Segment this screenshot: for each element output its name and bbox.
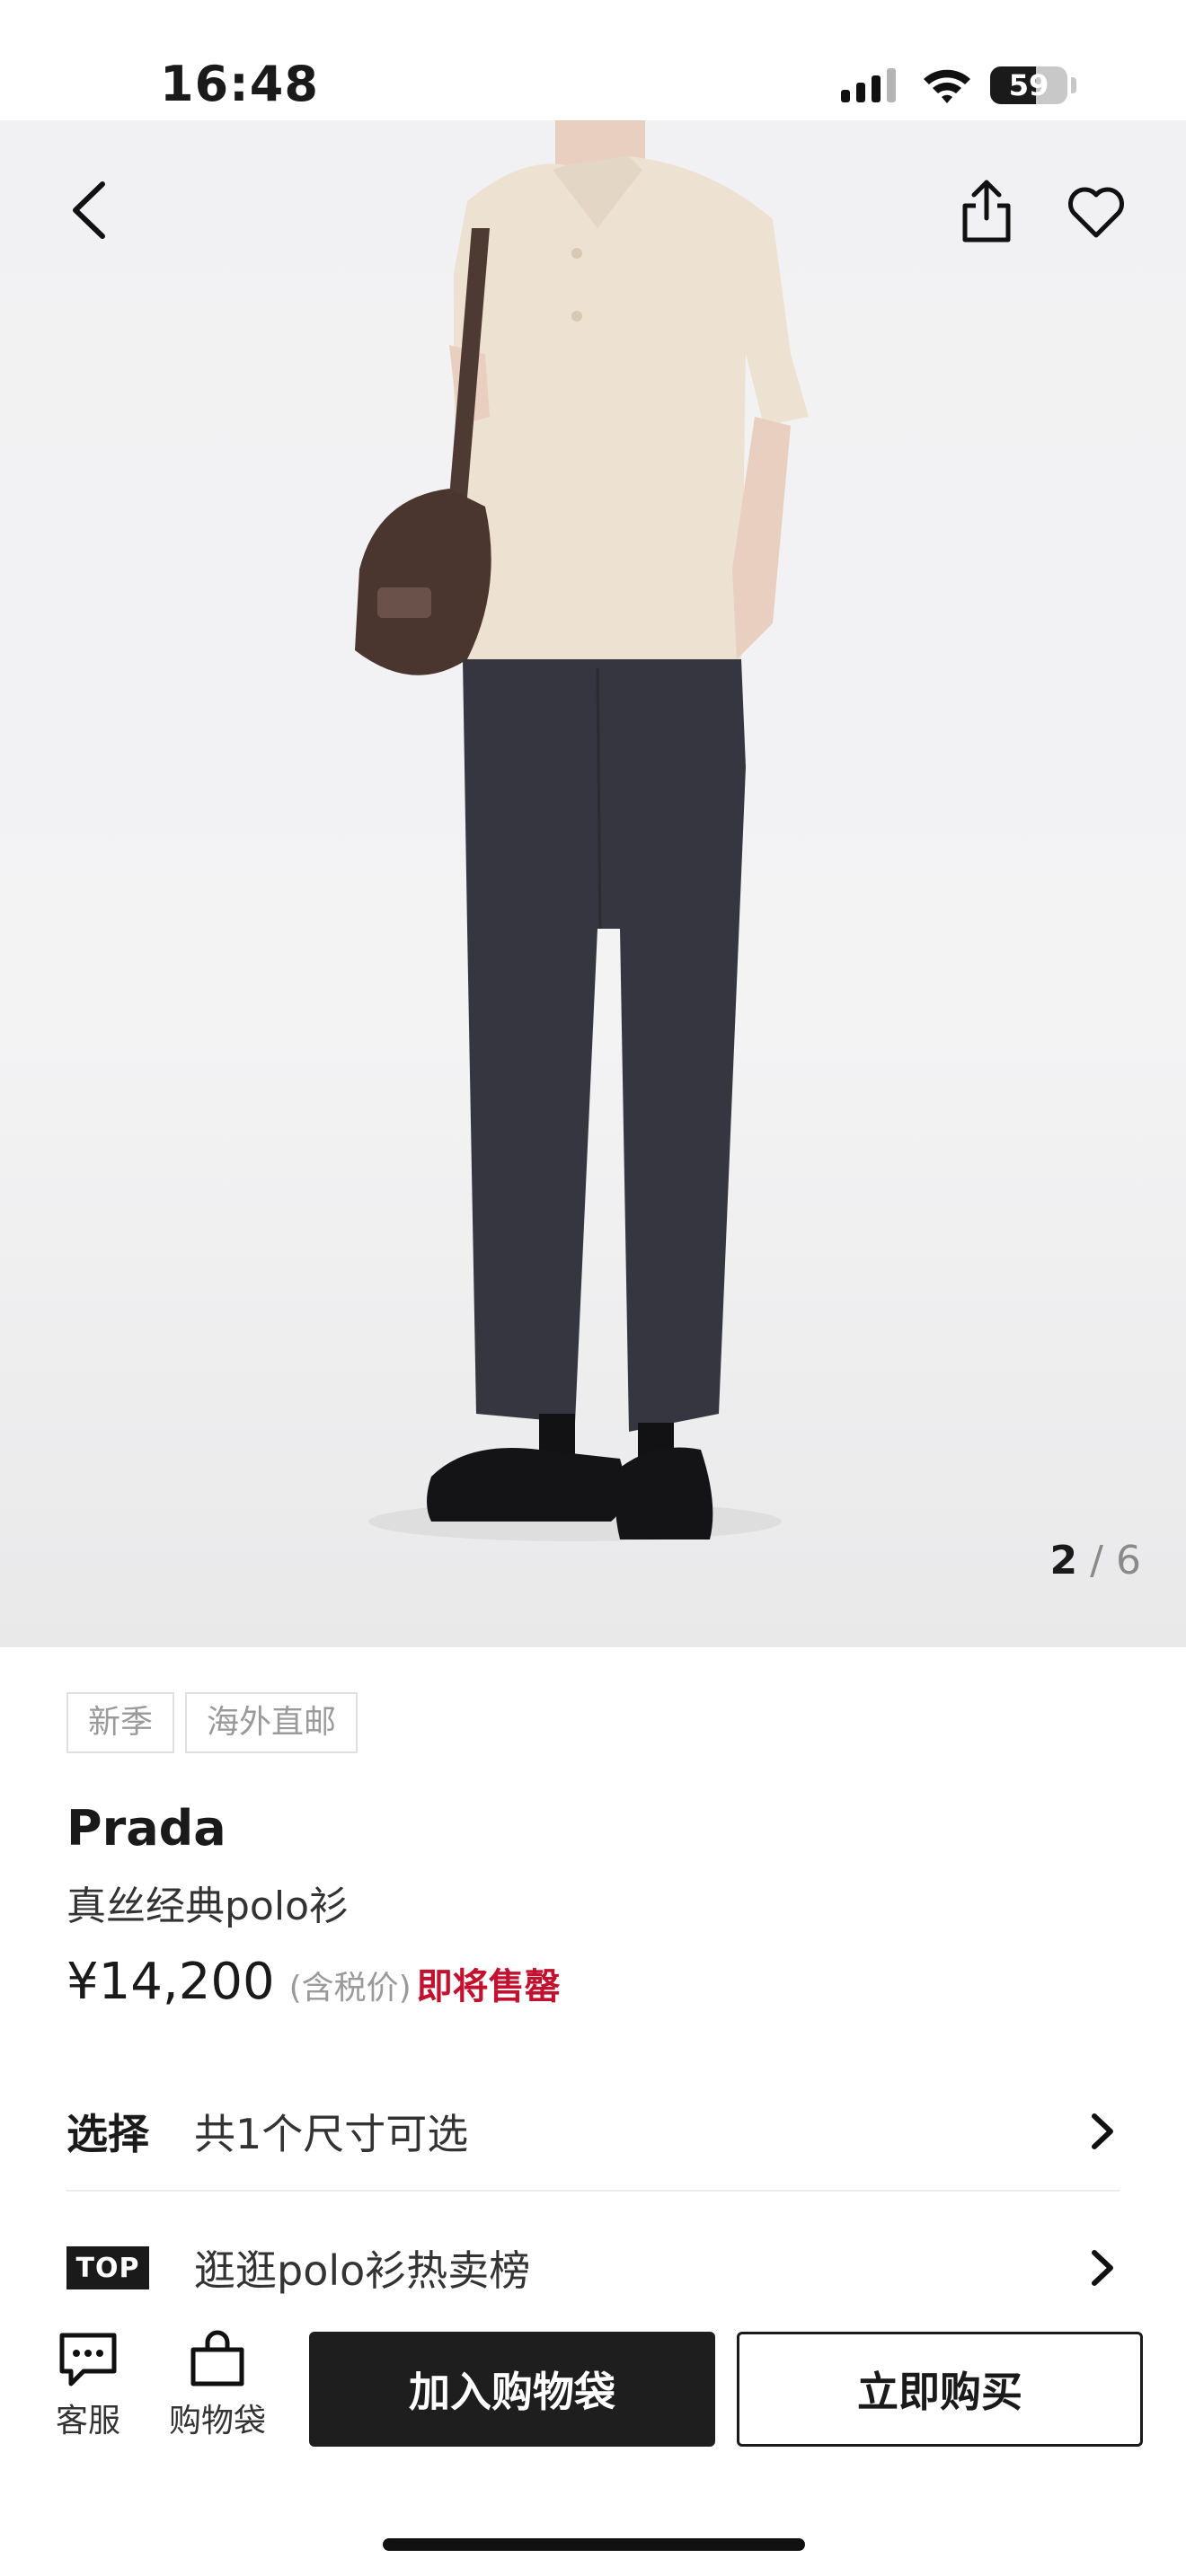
- share-icon: [962, 180, 1011, 243]
- brand-name[interactable]: Prada: [66, 1800, 226, 1857]
- size-selector-label: 选择: [66, 2110, 149, 2158]
- product-photo: [355, 120, 809, 1541]
- tag-overseas-direct: 海外直邮: [185, 1692, 358, 1753]
- shopping-bag-label: 购物袋: [169, 2403, 267, 2439]
- home-indicator[interactable]: [383, 2538, 805, 2551]
- battery-level: 59: [1008, 68, 1049, 102]
- wifi-icon: [924, 69, 970, 103]
- stock-status: 即将售罄: [416, 1966, 561, 2007]
- image-counter-total: 6: [1116, 1538, 1141, 1584]
- share-button[interactable]: [951, 176, 1022, 248]
- price: ¥14,200: [66, 1953, 275, 2011]
- favorite-button[interactable]: [1060, 176, 1132, 248]
- back-button[interactable]: [54, 174, 126, 246]
- ranking-text: 逛逛polo衫热卖榜: [194, 2246, 531, 2295]
- customer-service-button[interactable]: 客服: [56, 2330, 120, 2441]
- customer-service-label: 客服: [56, 2403, 121, 2439]
- tag-new-season: 新季: [66, 1692, 175, 1753]
- shopping-bag-button[interactable]: 购物袋: [169, 2330, 266, 2441]
- chat-icon: [59, 2333, 117, 2386]
- ranking-row[interactable]: TOP 逛逛polo衫热卖榜: [66, 2210, 1120, 2326]
- product-image-gallery[interactable]: 2 / 6: [0, 120, 1186, 1647]
- bottom-action-bar: 客服 购物袋 加入购物袋 立即购买: [0, 2317, 1186, 2461]
- signal-icon: [841, 68, 896, 102]
- shopping-bag-icon: [190, 2330, 244, 2386]
- heart-icon: [1068, 187, 1124, 238]
- product-tags: 新季 海外直邮: [66, 1692, 358, 1753]
- status-time: 16:48: [160, 56, 319, 112]
- price-row: ¥14,200 (含税价) 即将售罄: [66, 1953, 561, 2011]
- tax-note: (含税价): [288, 1970, 412, 2007]
- battery-icon: 59: [990, 65, 1080, 106]
- back-icon: [73, 181, 105, 239]
- buy-now-button[interactable]: 立即购买: [737, 2332, 1143, 2447]
- status-bar: 16:48 59: [0, 0, 1186, 120]
- top-badge: TOP: [66, 2246, 149, 2289]
- image-counter-separator: /: [1090, 1538, 1103, 1584]
- size-selector-row[interactable]: 选择 共1个尺寸可选: [66, 2073, 1120, 2192]
- image-counter: 2 / 6: [1050, 1538, 1141, 1584]
- chevron-right-icon: [1092, 2113, 1113, 2149]
- add-to-bag-button[interactable]: 加入购物袋: [309, 2332, 715, 2447]
- image-counter-current: 2: [1049, 1538, 1078, 1584]
- product-name: 真丝经典polo衫: [66, 1883, 349, 1929]
- size-selector-text: 共1个尺寸可选: [194, 2110, 469, 2158]
- chevron-right-icon: [1092, 2250, 1113, 2286]
